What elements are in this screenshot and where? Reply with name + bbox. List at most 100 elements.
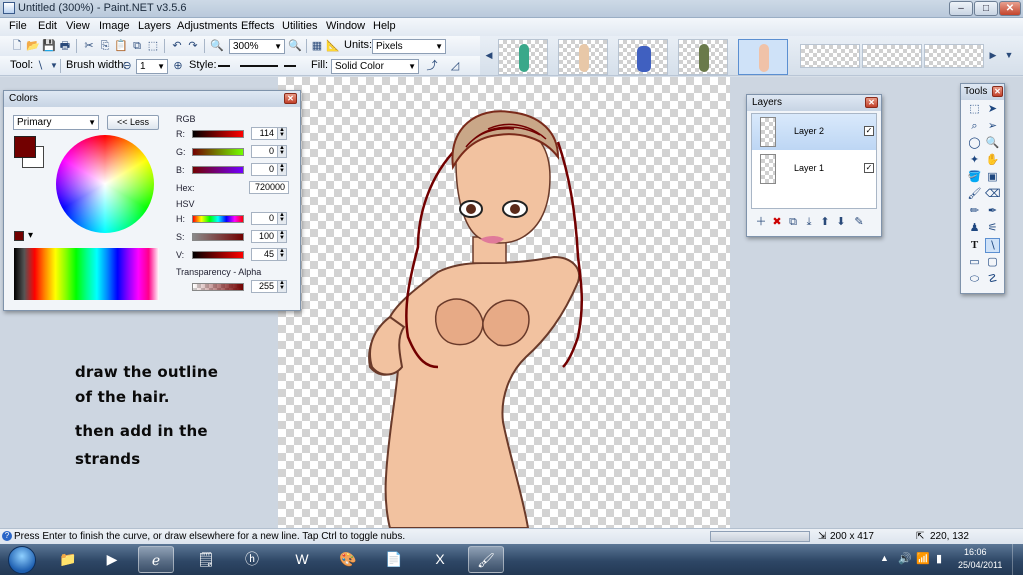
start-button[interactable] <box>8 546 36 574</box>
layer-visibility-checkbox[interactable]: ✓ <box>864 126 874 136</box>
chevron-down-icon[interactable]: ▼ <box>47 59 61 73</box>
rectangle-select-icon[interactable]: ⬚ <box>967 102 982 117</box>
minimize-button[interactable]: – <box>949 1 973 16</box>
hue-slider[interactable] <box>192 215 244 223</box>
value-slider[interactable] <box>192 251 244 259</box>
pencil-icon[interactable]: ✏ <box>967 204 982 219</box>
delete-layer-icon[interactable]: ✖ <box>770 215 784 229</box>
taskbar-paint-icon[interactable]: 🎨 <box>330 546 366 573</box>
ellipse-shape-icon[interactable]: ⬭ <box>967 272 982 287</box>
duplicate-layer-icon[interactable]: ⧉ <box>786 215 800 229</box>
image-thumbnail[interactable] <box>678 39 728 75</box>
menu-utilities[interactable]: Utilities <box>282 20 317 32</box>
eraser-icon[interactable]: ⌫ <box>985 187 1001 202</box>
move-layer-down-icon[interactable]: ⬇ <box>834 215 848 229</box>
hue-value-field[interactable]: 0 ▲ ▼ <box>251 212 287 225</box>
dash-style[interactable] <box>240 65 278 67</box>
red-slider[interactable] <box>192 130 244 138</box>
recolor-icon[interactable]: ⚟ <box>985 221 1000 236</box>
spinner-icon[interactable]: ▲ ▼ <box>277 230 286 242</box>
volume-icon[interactable]: 🔊 <box>898 552 912 565</box>
layer-properties-icon[interactable]: ✎ <box>852 215 866 229</box>
color-mode-combo[interactable]: Primary ▼ <box>13 115 99 130</box>
paint-bucket-icon[interactable]: 🪣 <box>967 170 982 185</box>
move-layer-up-icon[interactable]: ⬆ <box>818 215 832 229</box>
spinner-icon[interactable]: ▲ ▼ <box>277 280 286 292</box>
zoom-out-icon[interactable]: 🔍 <box>210 39 224 53</box>
paste-icon[interactable]: 📋 <box>114 39 128 53</box>
spinner-icon[interactable]: ▲ ▼ <box>277 248 286 260</box>
close-button[interactable]: ✕ <box>999 1 1021 16</box>
menu-window[interactable]: Window <box>326 20 365 32</box>
spinner-icon[interactable]: ▲ ▼ <box>277 127 286 139</box>
undo-icon[interactable]: ↶ <box>170 39 184 53</box>
print-icon[interactable]: 🖶 <box>58 39 72 53</box>
layer-row[interactable]: Layer 1 ✓ <box>752 151 876 187</box>
gradient-icon[interactable]: ▣ <box>985 170 1000 185</box>
color-wheel[interactable] <box>56 135 154 233</box>
fill-combo[interactable]: Solid Color ▼ <box>331 59 419 74</box>
move-selection-icon[interactable]: ➢ <box>985 119 1000 134</box>
less-button[interactable]: << Less <box>107 115 159 130</box>
network-icon[interactable]: 📶 <box>916 552 930 565</box>
image-thumbnail[interactable] <box>800 44 860 68</box>
menu-layers[interactable]: Layers <box>138 20 171 32</box>
lasso-select-icon[interactable]: ⌕ <box>967 119 982 134</box>
close-icon[interactable]: ✕ <box>284 93 297 104</box>
image-thumbnail[interactable] <box>924 44 984 68</box>
crop-icon[interactable]: ⧉ <box>130 39 144 53</box>
zoom-in-icon[interactable]: 🔍 <box>288 39 302 53</box>
image-thumbnail[interactable] <box>618 39 668 75</box>
curve-mode-icon[interactable]: ⤴ <box>425 59 439 73</box>
pan-icon[interactable]: ✋ <box>985 153 1000 168</box>
taskbar-word-icon[interactable]: W <box>284 546 320 573</box>
rounded-rectangle-icon[interactable]: ▢ <box>985 255 1000 270</box>
color-palette[interactable] <box>14 248 159 300</box>
saturation-value-field[interactable]: 100 ▲ ▼ <box>251 230 287 243</box>
zoom-icon[interactable]: 🔍 <box>985 136 1000 151</box>
scroll-left-icon[interactable]: ◀ <box>482 48 496 62</box>
line-curve-tool-icon[interactable]: ∖ <box>33 59 47 73</box>
menu-edit[interactable]: Edit <box>38 20 57 32</box>
ellipse-select-icon[interactable]: ◯ <box>967 136 982 151</box>
taskbar-notepad-icon[interactable]: 🗒 <box>188 546 224 573</box>
alpha-value-field[interactable]: 255 ▲ ▼ <box>251 280 287 293</box>
close-icon[interactable]: ✕ <box>865 97 878 108</box>
redo-icon[interactable]: ↷ <box>186 39 200 53</box>
maximize-button[interactable]: □ <box>974 1 998 16</box>
spinner-icon[interactable]: ▲ ▼ <box>277 212 286 224</box>
value-value-field[interactable]: 45 ▲ ▼ <box>251 248 287 261</box>
units-combo[interactable]: Pixels ▼ <box>372 39 446 54</box>
merge-layer-down-icon[interactable]: ⤓ <box>802 215 816 229</box>
show-hidden-icons-icon[interactable]: ▲ <box>880 553 889 563</box>
menu-help[interactable]: Help <box>373 20 396 32</box>
magic-wand-icon[interactable]: ✦ <box>967 153 982 168</box>
scroll-right-icon[interactable]: ▶ <box>986 48 1000 62</box>
saturation-slider[interactable] <box>192 233 244 241</box>
signal-icon[interactable]: ▮ <box>936 552 942 565</box>
red-value-field[interactable]: 114 ▲ ▼ <box>251 127 287 140</box>
line-curve-tool-icon[interactable]: ∖ <box>985 238 1000 253</box>
hex-field[interactable]: 720000 <box>249 181 289 194</box>
close-icon[interactable]: ✕ <box>992 86 1003 97</box>
save-icon[interactable]: 💾 <box>42 39 56 53</box>
clone-stamp-icon[interactable]: ♟ <box>967 221 982 236</box>
deselect-icon[interactable]: ⬚ <box>146 39 160 53</box>
move-selected-icon[interactable]: ➤ <box>985 102 1000 117</box>
taskbar-explorer-icon[interactable]: 📁 <box>50 546 86 573</box>
color-picker-icon[interactable]: ✒ <box>985 204 1000 219</box>
taskbar-hp-icon[interactable]: ⓗ <box>234 546 270 573</box>
image-thumbnail[interactable] <box>558 39 608 75</box>
taskbar-paintnet-icon[interactable]: 🖌 <box>468 546 504 573</box>
freeform-shape-icon[interactable]: ☡ <box>985 272 1000 287</box>
spinner-icon[interactable]: ▲ ▼ <box>277 163 286 175</box>
rectangle-shape-icon[interactable]: ▭ <box>967 255 982 270</box>
blue-value-field[interactable]: 0 ▲ ▼ <box>251 163 287 176</box>
spinner-icon[interactable]: ▲ ▼ <box>277 145 286 157</box>
brush-width-combo[interactable]: 1 ▼ <box>136 59 168 74</box>
cut-icon[interactable]: ✂ <box>82 39 96 53</box>
thumbnail-menu-icon[interactable]: ▼ <box>1002 48 1016 62</box>
clock-time[interactable]: 16:06 <box>964 547 987 557</box>
mini-swatch[interactable] <box>14 231 24 241</box>
text-tool-icon[interactable]: T <box>967 238 982 253</box>
